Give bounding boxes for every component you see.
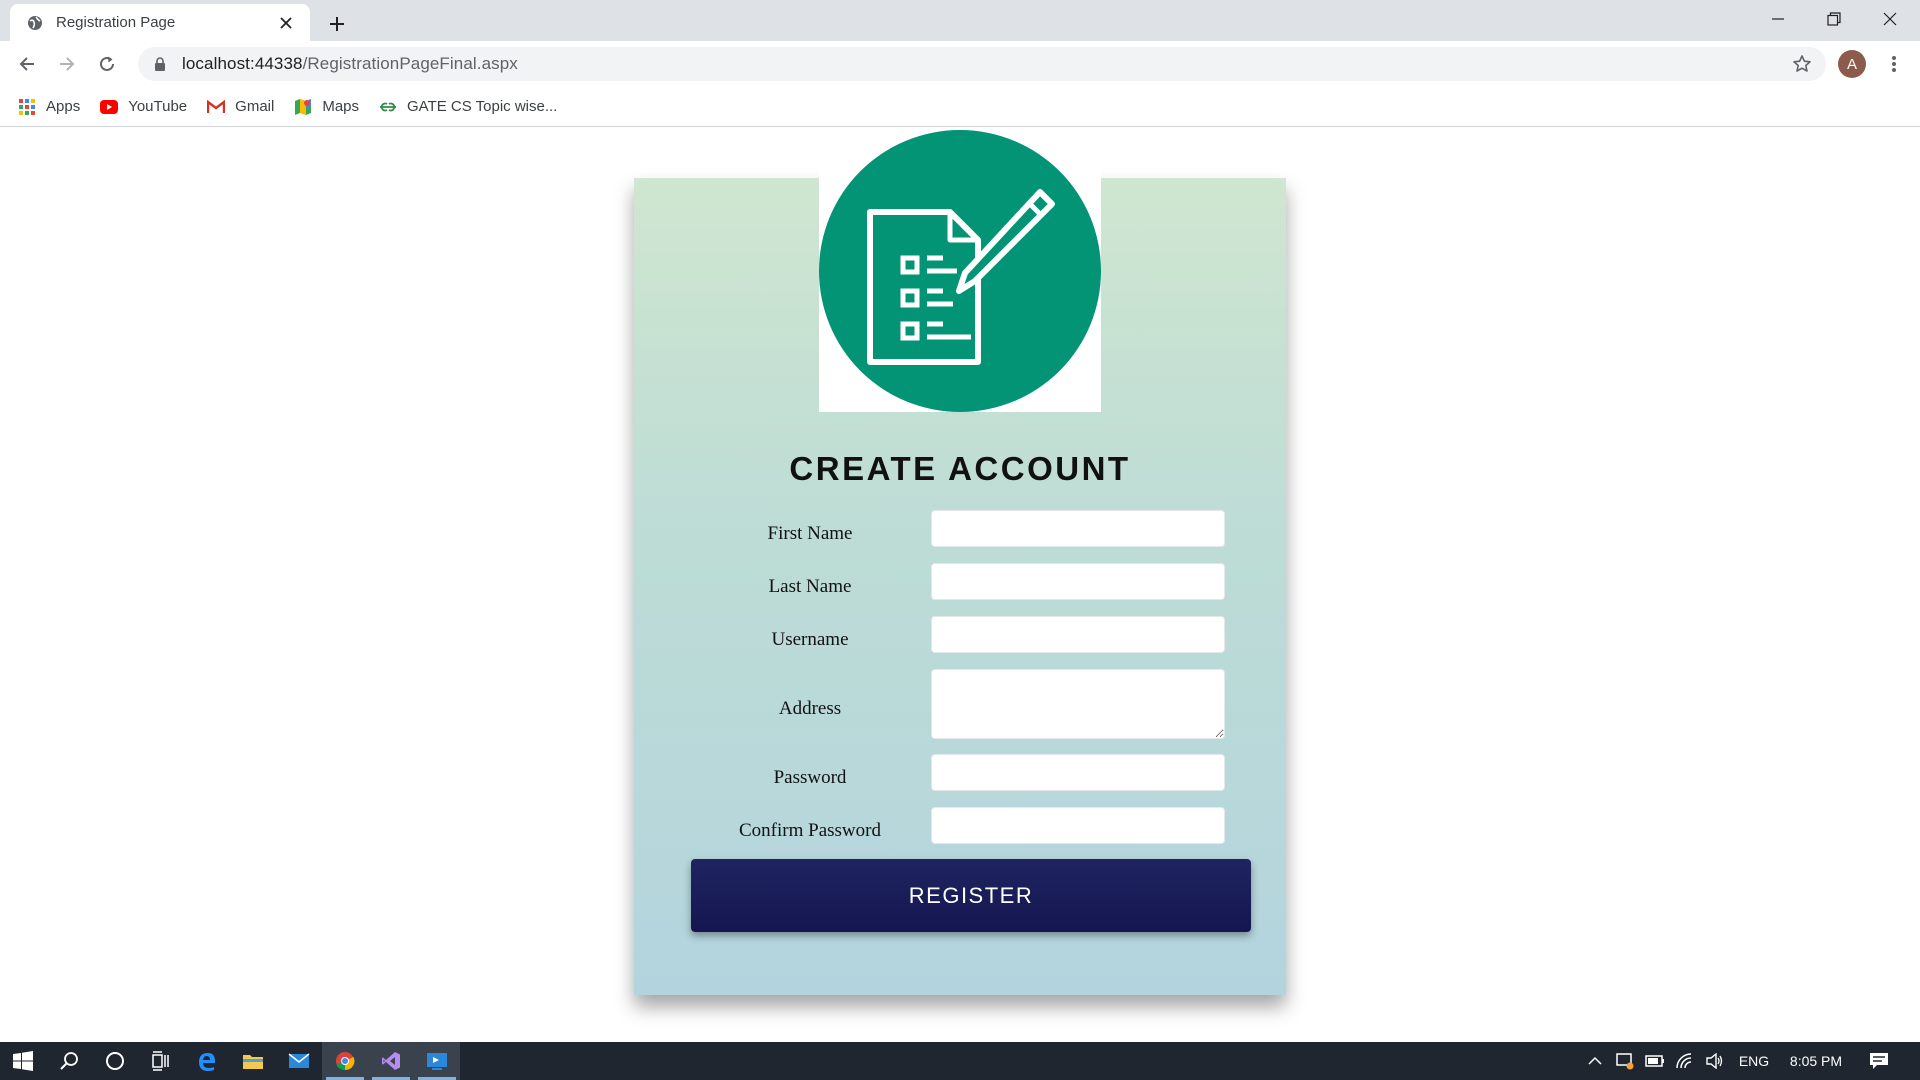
- minimize-icon[interactable]: [1750, 0, 1806, 38]
- username-label: Username: [771, 629, 849, 650]
- tab-title: Registration Page: [56, 14, 176, 31]
- gmail-icon: [207, 98, 226, 116]
- bookmark-label: Maps: [322, 98, 360, 115]
- visual-studio-icon[interactable]: [368, 1042, 414, 1080]
- show-hidden-icons-chevron-icon[interactable]: [1582, 1042, 1608, 1080]
- search-icon[interactable]: [46, 1042, 92, 1080]
- browser-tab[interactable]: Registration Page: [10, 4, 310, 41]
- geeksforgeeks-icon: [379, 98, 397, 116]
- youtube-icon: [100, 98, 119, 116]
- windows-start-icon[interactable]: [0, 1042, 46, 1080]
- bookmark-gate-cs[interactable]: GATE CS Topic wise...: [379, 98, 557, 116]
- bookmark-gmail[interactable]: Gmail: [207, 98, 274, 116]
- language-indicator[interactable]: ENG: [1734, 1042, 1774, 1080]
- action-center-icon[interactable]: [1862, 1042, 1896, 1080]
- bookmark-label: GATE CS Topic wise...: [407, 98, 558, 115]
- apps-grid-icon: [18, 98, 36, 116]
- password-label: Password: [773, 767, 847, 788]
- profile-avatar[interactable]: A: [1838, 50, 1866, 78]
- url-text: localhost:44338/RegistrationPageFinal.as…: [182, 54, 518, 74]
- clock[interactable]: 8:05 PM: [1780, 1042, 1852, 1080]
- registration-logo: [819, 130, 1101, 412]
- address-label: Address: [778, 698, 842, 719]
- bookmark-star-icon[interactable]: [1786, 48, 1818, 80]
- edge-browser-icon[interactable]: [184, 1042, 230, 1080]
- last-name-field[interactable]: [931, 563, 1225, 600]
- more-menu-icon[interactable]: [1878, 48, 1910, 80]
- browser-toolbar: localhost:44338/RegistrationPageFinal.as…: [0, 41, 1920, 87]
- bookmark-label: Gmail: [235, 98, 275, 115]
- security-center-icon[interactable]: [1612, 1042, 1638, 1080]
- windows-taskbar: ENG 8:05 PM: [0, 1042, 1920, 1080]
- back-arrow-icon[interactable]: [11, 48, 43, 80]
- bookmark-label: Apps: [46, 98, 81, 115]
- task-view-icon[interactable]: [138, 1042, 184, 1080]
- username-field[interactable]: [931, 616, 1225, 653]
- close-window-icon[interactable]: [1862, 0, 1918, 38]
- reload-icon[interactable]: [91, 48, 123, 80]
- password-field[interactable]: [931, 754, 1225, 791]
- lock-icon[interactable]: [152, 56, 168, 72]
- page-title: CREATE ACCOUNT: [789, 450, 1131, 487]
- new-tab-icon[interactable]: [322, 9, 352, 39]
- page-viewport: CREATE ACCOUNT First Name Last Name User…: [0, 128, 1920, 1042]
- address-bar[interactable]: localhost:44338/RegistrationPageFinal.as…: [138, 47, 1826, 81]
- bookmark-maps[interactable]: Maps: [294, 98, 359, 116]
- confirm-password-label: Confirm Password: [739, 820, 881, 841]
- globe-icon: [26, 14, 44, 32]
- form-checklist-pencil-icon: [867, 189, 1055, 365]
- restore-icon[interactable]: [1806, 0, 1862, 38]
- wifi-icon[interactable]: [1672, 1042, 1698, 1080]
- remote-desktop-icon[interactable]: [414, 1042, 460, 1080]
- file-explorer-icon[interactable]: [230, 1042, 276, 1080]
- tab-strip: Registration Page: [0, 0, 1920, 41]
- address-field[interactable]: [931, 669, 1225, 739]
- bookmark-youtube[interactable]: YouTube: [100, 98, 187, 116]
- cortana-icon[interactable]: [92, 1042, 138, 1080]
- bookmarks-bar: Apps YouTube Gmail Maps GATE CS Topic wi…: [0, 87, 1920, 127]
- forward-arrow-icon[interactable]: [51, 48, 83, 80]
- chrome-icon[interactable]: [322, 1042, 368, 1080]
- bookmark-apps[interactable]: Apps: [18, 98, 80, 116]
- url-host: localhost:44338: [182, 54, 303, 73]
- bookmark-label: YouTube: [128, 98, 188, 115]
- battery-icon[interactable]: [1642, 1042, 1668, 1080]
- volume-icon[interactable]: [1702, 1042, 1728, 1080]
- first-name-field[interactable]: [931, 510, 1225, 547]
- last-name-label: Last Name: [768, 576, 852, 597]
- register-button[interactable]: REGISTER: [691, 859, 1251, 932]
- mail-icon[interactable]: [276, 1042, 322, 1080]
- url-path: /RegistrationPageFinal.aspx: [302, 54, 518, 73]
- maps-icon: [294, 98, 312, 116]
- close-tab-icon[interactable]: [276, 13, 296, 33]
- first-name-label: First Name: [767, 523, 853, 544]
- confirm-password-field[interactable]: [931, 807, 1225, 844]
